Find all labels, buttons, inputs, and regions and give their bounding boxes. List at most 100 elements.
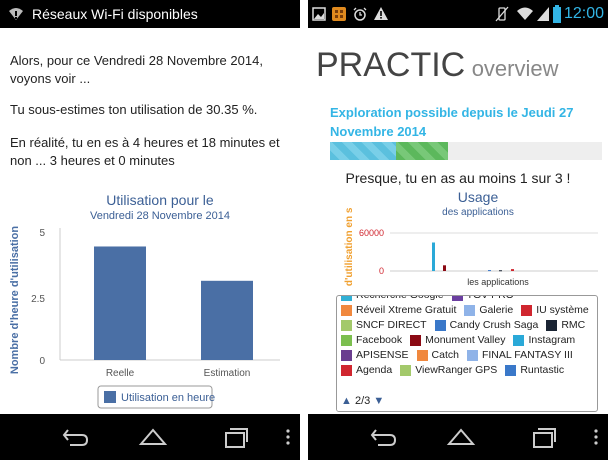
left-nav-bar bbox=[0, 414, 300, 460]
legend-item[interactable]: Galerie bbox=[464, 303, 513, 318]
right-nav-bar bbox=[308, 414, 608, 460]
usage-y-tick-0: 0 bbox=[379, 266, 384, 276]
y-tick-0: 0 bbox=[39, 356, 45, 367]
exploration-text: Exploration possible depuis le Jeudi 27 … bbox=[330, 105, 574, 139]
apps-legend: Recherche Google TGV PRO Réveil Xtreme Gra… bbox=[336, 295, 598, 412]
legend-item-label: IU système bbox=[536, 304, 589, 316]
pager-next-arrow-icon[interactable]: ▼ bbox=[373, 395, 384, 407]
progress-segment-2 bbox=[396, 142, 448, 160]
legend-item[interactable]: APISENSE bbox=[341, 348, 409, 363]
intro-paragraph: Alors, pour ce Vendredi 28 Novembre 2014… bbox=[10, 53, 263, 86]
legend-color-swatch bbox=[341, 296, 352, 301]
pager-text: 2/3 bbox=[354, 395, 371, 407]
warning-icon bbox=[374, 7, 388, 20]
legend-label: Utilisation en heure bbox=[121, 392, 215, 404]
legend-item[interactable]: Candy Crush Saga bbox=[434, 318, 539, 333]
legend-item[interactable]: Monument Valley bbox=[410, 333, 505, 348]
legend-item[interactable]: Catch bbox=[416, 348, 459, 363]
usage-bar-iu-syst-me bbox=[511, 269, 514, 271]
app-notification-icon bbox=[332, 7, 346, 21]
y-axis-label: Nombre d'heure d'utilisation bbox=[9, 226, 21, 375]
legend-item-label: FINAL FANTASY III bbox=[481, 349, 573, 361]
legend-item[interactable]: Runtastic bbox=[505, 363, 564, 378]
legend-color-swatch bbox=[513, 335, 525, 346]
notification-text: Réseaux Wi-Fi disponibles bbox=[32, 6, 198, 22]
legend-color-swatch bbox=[341, 335, 352, 346]
recent-apps-icon[interactable] bbox=[222, 424, 250, 450]
legend-item[interactable]: Agenda bbox=[341, 363, 392, 378]
left-status-bar[interactable]: Réseaux Wi-Fi disponibles bbox=[0, 0, 300, 28]
legend-item[interactable]: SNCF DIRECT bbox=[341, 318, 427, 333]
legend-item[interactable]: FINAL FANTASY III bbox=[466, 348, 573, 363]
headline-text: Presque, tu en as au moins 1 sur 3 ! bbox=[345, 170, 571, 186]
legend-color-swatch bbox=[546, 320, 558, 331]
legend-item[interactable]: Facebook bbox=[341, 333, 402, 348]
legend-button[interactable]: Utilisation en heure bbox=[97, 385, 215, 409]
legend-item-label: Facebook bbox=[356, 334, 403, 346]
x-tick-reelle: Reelle bbox=[106, 368, 135, 379]
legend-item-label: ViewRanger GPS bbox=[415, 364, 498, 376]
usage-bar-rmc bbox=[499, 270, 502, 272]
overflow-menu-icon[interactable] bbox=[285, 424, 291, 450]
legend-item[interactable]: IU système bbox=[521, 303, 589, 318]
legend-color-swatch bbox=[410, 335, 422, 346]
legend-item-label: Runtastic bbox=[520, 364, 565, 376]
progress-segment-1 bbox=[330, 142, 396, 160]
legend-item[interactable]: Réveil Xtreme Gratuit bbox=[341, 303, 456, 318]
battery-icon bbox=[553, 5, 561, 23]
legend-item-label: Agenda bbox=[356, 364, 393, 376]
legend-items: Recherche Google TGV PRO Réveil Xtreme Gra… bbox=[341, 295, 597, 378]
legend-item-label: SNCF DIRECT bbox=[356, 319, 427, 331]
back-icon[interactable] bbox=[62, 424, 90, 450]
back-icon[interactable] bbox=[370, 424, 398, 450]
x-tick-estimation: Estimation bbox=[204, 368, 251, 379]
legend-item[interactable]: Recherche Google bbox=[341, 295, 444, 303]
wifi-icon bbox=[517, 7, 533, 20]
y-tick-2-5: 2.5 bbox=[31, 294, 45, 305]
usage-bar-chart: Utilisation pour le Vendredi 28 Novembre… bbox=[9, 192, 280, 409]
legend-color-swatch bbox=[416, 350, 428, 361]
legend-color-swatch bbox=[341, 350, 352, 361]
wifi-alert-icon bbox=[9, 8, 23, 20]
legend-item-label: RMC bbox=[561, 319, 586, 331]
legend-item-label: Galerie bbox=[479, 304, 514, 316]
legend-swatch bbox=[104, 391, 116, 403]
app-usage-chart: Usage des applications Temps d'utilisati… bbox=[344, 189, 598, 288]
recent-apps-icon[interactable] bbox=[530, 424, 558, 450]
reality-paragraph: En réalité, tu en es à 4 heures et 18 mi… bbox=[10, 135, 280, 168]
legend-item-label: TGV PRO bbox=[466, 295, 514, 301]
pager-prev-arrow-icon[interactable]: ▲ bbox=[341, 395, 352, 407]
home-icon[interactable] bbox=[138, 424, 168, 450]
app-title: PRACTIC overview bbox=[316, 45, 559, 92]
left-phone-screen: Réseaux Wi-Fi disponibles Alors, pour ce… bbox=[0, 0, 300, 460]
estimate-paragraph: Tu sous-estimes ton utilisation de 30.35… bbox=[10, 102, 258, 117]
usage-bar-monument-valley bbox=[443, 265, 446, 271]
legend-item-label: Candy Crush Saga bbox=[449, 319, 539, 331]
usage-bar-instagram bbox=[432, 242, 435, 271]
legend-color-swatch bbox=[341, 320, 352, 331]
usage-y-tick-60000: 60000 bbox=[359, 228, 384, 238]
alarm-icon bbox=[353, 7, 367, 21]
legend-color-swatch bbox=[464, 305, 476, 316]
legend-item[interactable]: Instagram bbox=[513, 333, 575, 348]
legend-color-swatch bbox=[341, 305, 352, 316]
legend-item[interactable]: ViewRanger GPS bbox=[400, 363, 497, 378]
right-status-bar[interactable]: 12:00 bbox=[308, 0, 608, 28]
legend-color-swatch bbox=[341, 365, 352, 376]
exploration-progress bbox=[330, 142, 602, 160]
bar-estimation bbox=[201, 280, 253, 360]
legend-item-label: Recherche Google bbox=[356, 295, 444, 301]
overflow-menu-icon[interactable] bbox=[593, 424, 599, 450]
app-title-main: PRACTIC bbox=[316, 46, 466, 84]
legend-color-swatch bbox=[434, 320, 446, 331]
app-title-sub: overview bbox=[471, 56, 559, 81]
signal-icon bbox=[537, 7, 549, 21]
home-icon[interactable] bbox=[446, 424, 476, 450]
legend-color-swatch bbox=[451, 296, 463, 301]
vibrate-mute-icon bbox=[495, 6, 509, 22]
usage-subtitle: des applications bbox=[442, 207, 514, 218]
progress-fill bbox=[330, 142, 602, 160]
legend-item[interactable]: RMC bbox=[546, 318, 585, 333]
legend-item[interactable]: TGV PRO bbox=[451, 295, 514, 303]
legend-color-swatch bbox=[521, 305, 533, 316]
